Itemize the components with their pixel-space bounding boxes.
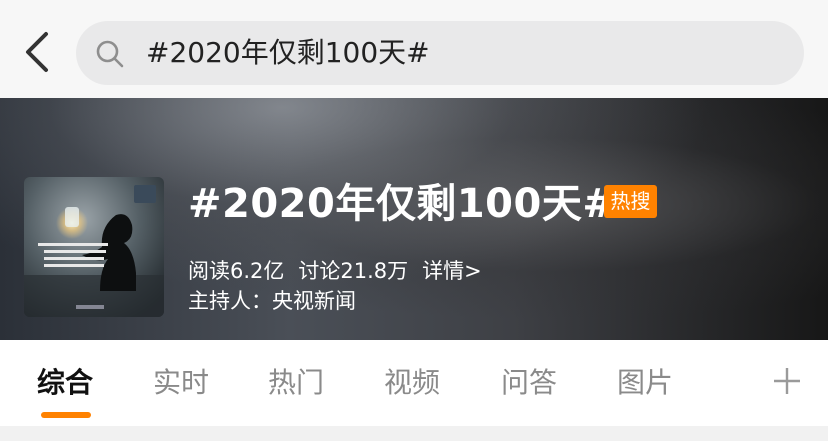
topic-stats: 阅读6.2亿 讨论21.8万 详情> [188,256,496,286]
tab-pictures[interactable]: 图片 [617,366,673,400]
tab-comprehensive[interactable]: 综合 [37,366,93,400]
cover-illustration [24,177,164,317]
content-divider [0,426,828,441]
chevron-left-icon [26,32,48,72]
read-count: 阅读6.2亿 [188,259,285,283]
top-bar: #2020年仅剩100天# [0,0,828,98]
active-tab-indicator [41,412,91,418]
details-link[interactable]: 详情> [422,259,482,283]
hot-search-badge: 热搜 [604,185,657,218]
tab-hot[interactable]: 热门 [268,366,324,400]
tab-video[interactable]: 视频 [384,366,440,400]
search-icon [96,40,124,68]
topic-host[interactable]: 主持人：央视新闻 [188,286,356,316]
topic-title: #2020年仅剩100天# [188,181,617,227]
search-input[interactable]: #2020年仅剩100天# [146,34,430,72]
tab-qa[interactable]: 问答 [501,366,557,400]
add-tab-button[interactable] [772,366,802,396]
tab-bar: 综合 实时 热门 视频 问答 图片 [0,340,828,426]
plus-icon [774,368,800,394]
back-button[interactable] [20,30,56,74]
topic-header: #2020年仅剩100天# 热搜 阅读6.2亿 讨论21.8万 详情> 主持人：央视… [0,98,828,340]
tab-realtime[interactable]: 实时 [153,366,209,400]
discussion-count: 讨论21.8万 [298,259,409,283]
search-bar[interactable]: #2020年仅剩100天# [76,21,804,85]
topic-cover-image [24,177,164,317]
